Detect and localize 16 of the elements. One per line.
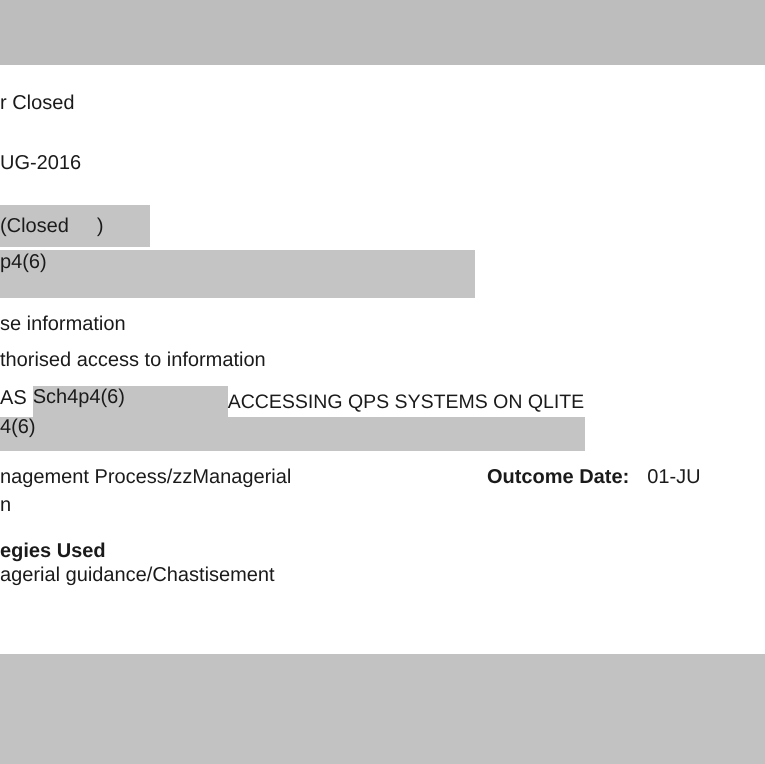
outcome-date-label: Outcome Date:: [487, 465, 630, 489]
summary-text: ACCESSING QPS SYSTEMS ON QLITE: [228, 390, 584, 414]
status-text: ): [96, 214, 104, 238]
outcome-date-value: 01-JU: [647, 465, 701, 489]
category-value: se information: [0, 312, 127, 336]
redaction-bar: p4(6): [0, 250, 475, 298]
outcome-value: n: [0, 493, 12, 517]
strategies-heading: egies Used: [0, 539, 106, 563]
redaction-bar: 4(6): [0, 417, 585, 451]
outcome-value: nagement Process/zzManagerial: [0, 465, 292, 489]
status-text: (Closed: [0, 214, 69, 238]
status-value: r Closed: [0, 91, 74, 115]
summary-prefix: AS: [0, 386, 27, 410]
strategies-value: agerial guidance/Chastisement: [0, 563, 275, 587]
category-value: thorised access to information: [0, 348, 266, 372]
date-value: UG-2016: [0, 151, 82, 175]
